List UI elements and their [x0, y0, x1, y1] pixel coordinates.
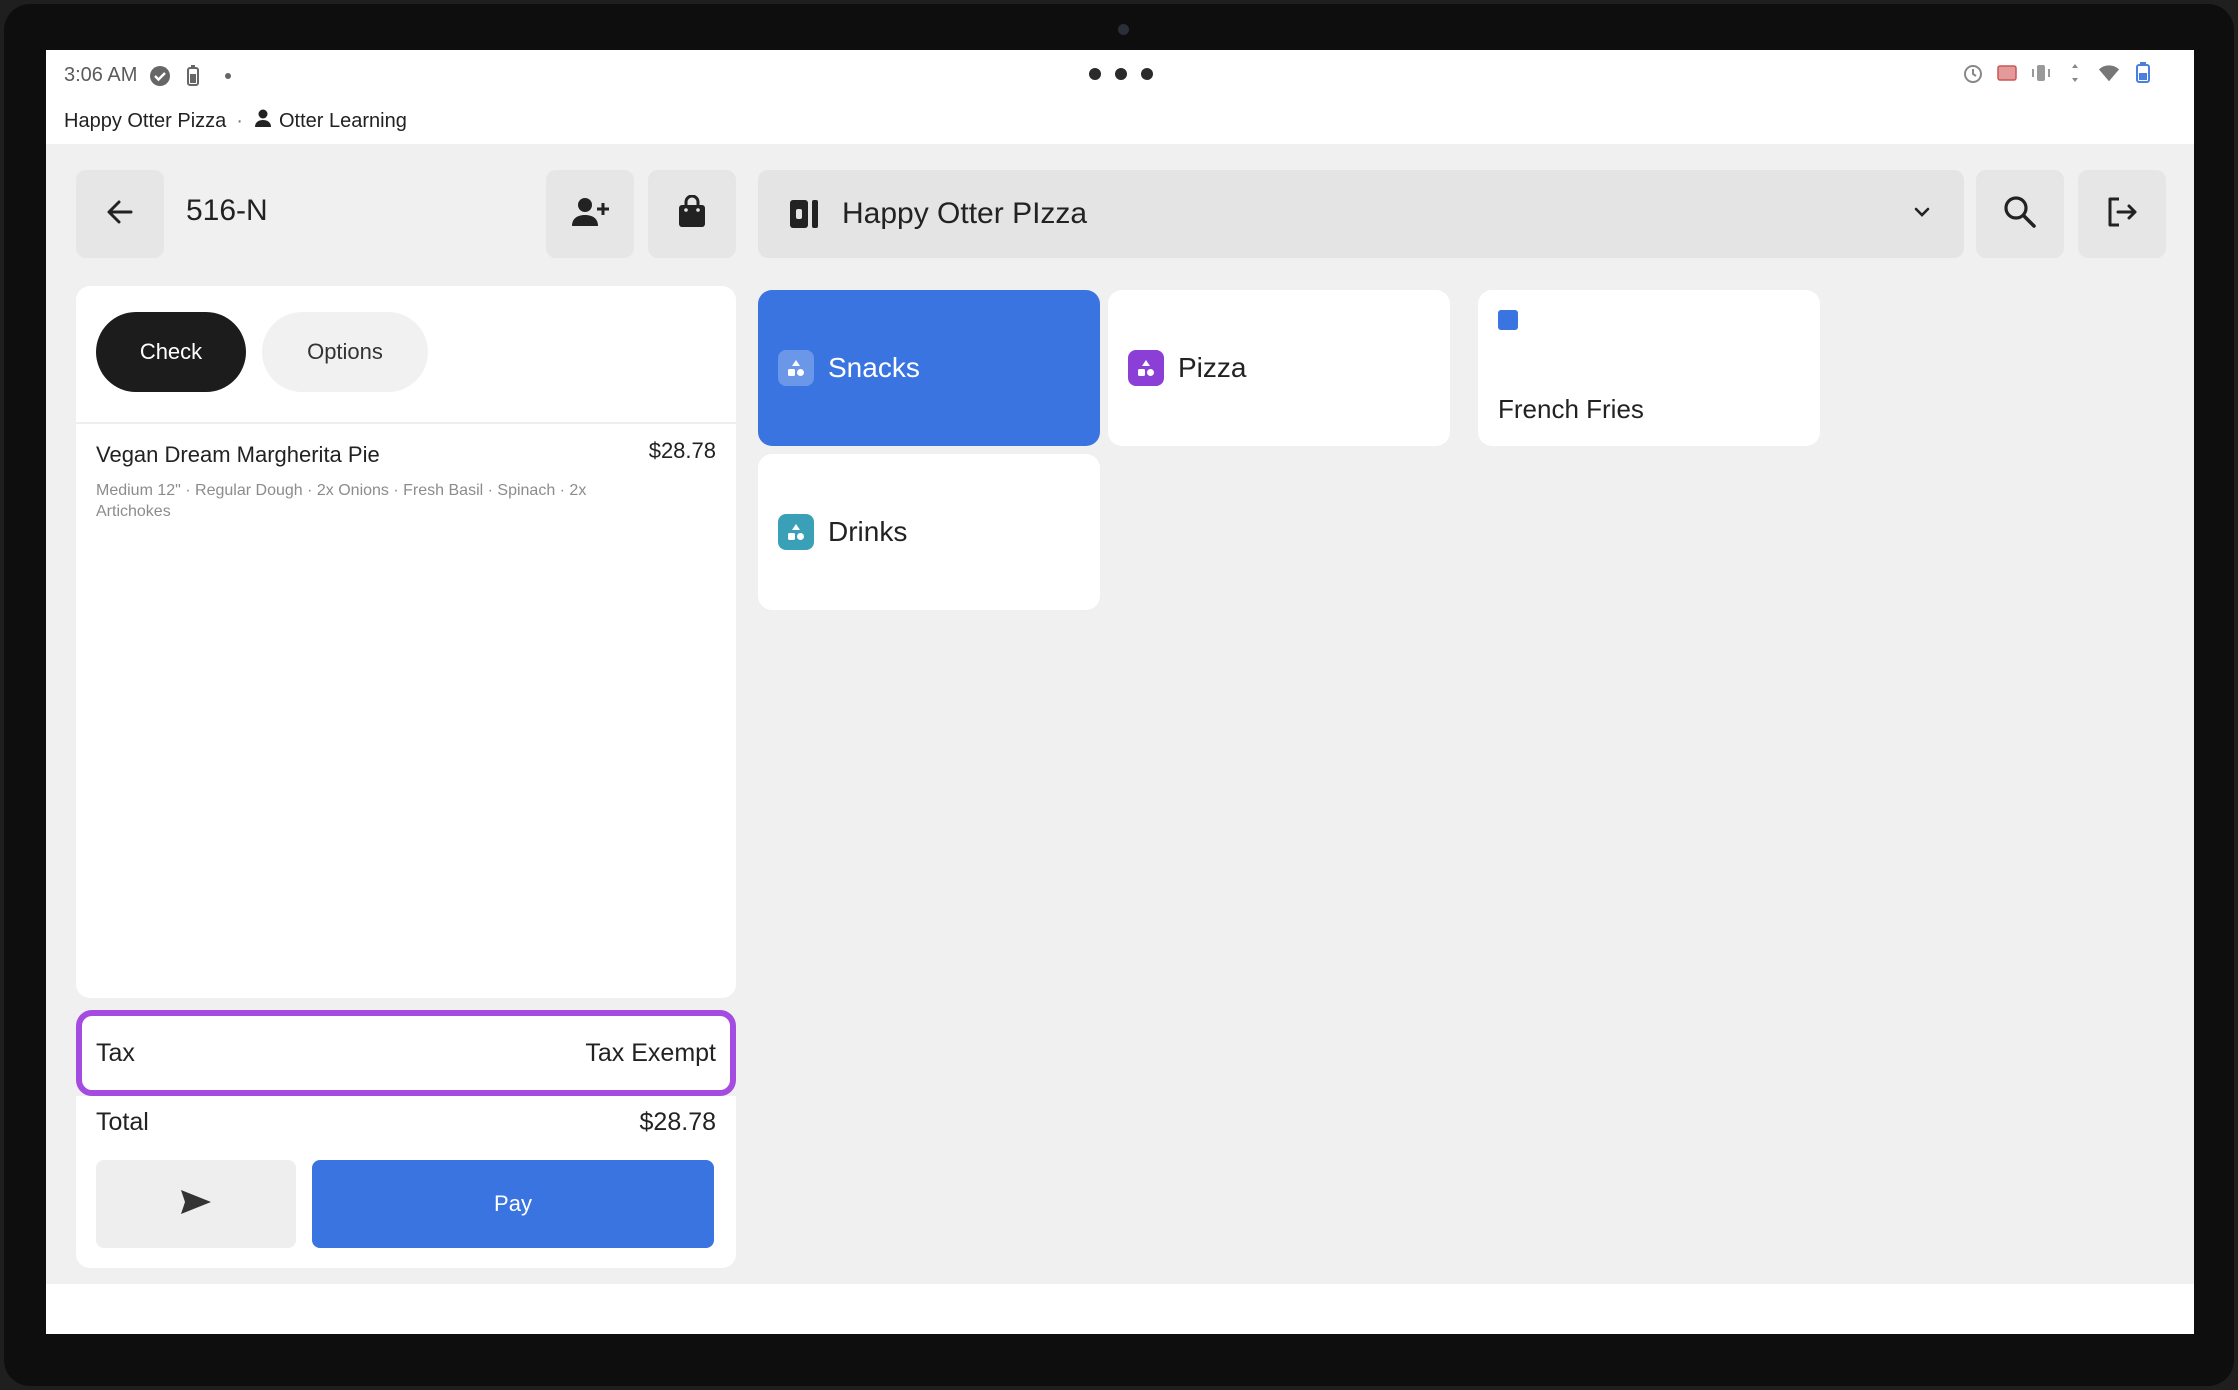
tax-label: Tax [96, 1038, 135, 1067]
user-info[interactable]: Otter Learning [253, 108, 407, 134]
back-button[interactable] [76, 170, 164, 258]
tab-options[interactable]: Options [262, 312, 428, 392]
send-icon [179, 1188, 213, 1221]
screen: 3:06 AM Happy Otter Pizza · Otter Learni… [46, 50, 2194, 1334]
user-name: Otter Learning [278, 109, 407, 132]
chevron-down-icon [1910, 200, 1934, 229]
tab-check[interactable]: Check [96, 312, 246, 392]
line-item-price: $28.78 [648, 438, 716, 463]
battery-saver-icon [183, 64, 205, 87]
total-row: Total $28.78 [96, 1108, 716, 1137]
add-person-icon [570, 195, 610, 234]
category-tile-pizza[interactable]: Pizza [1108, 290, 1450, 446]
order-header: 516-N [76, 170, 736, 258]
pay-button[interactable]: Pay [312, 1160, 714, 1248]
alarm-icon [1962, 62, 1984, 84]
vibrate-icon [2030, 62, 2052, 84]
window-dots-icon[interactable] [1089, 68, 1153, 80]
arrow-left-icon [103, 195, 137, 234]
account-bar: Happy Otter Pizza · Otter Learning [64, 106, 407, 136]
status-bar: 3:06 AM [46, 50, 2194, 100]
cast-icon [1996, 62, 2018, 84]
menu-book-icon [786, 196, 822, 232]
total-panel: Total $28.78 Pay [76, 1096, 736, 1268]
category-tile-snacks[interactable]: Snacks [758, 290, 1100, 446]
pos-app: 516-N Happy Otter PIzza Check Options Ve… [46, 144, 2194, 1284]
bottom-bar [46, 1284, 2194, 1334]
camera-dot [1118, 24, 1129, 35]
status-right [1962, 62, 2154, 84]
category-icon [1128, 350, 1164, 386]
tablet-device: 3:06 AM Happy Otter Pizza · Otter Learni… [4, 4, 2234, 1386]
logout-button[interactable] [2078, 170, 2166, 258]
total-label: Total [96, 1108, 149, 1136]
wifi-icon [2098, 62, 2120, 84]
divider [76, 422, 736, 424]
category-label: Pizza [1178, 352, 1247, 383]
category-icon [778, 350, 814, 386]
status-left: 3:06 AM [64, 64, 239, 87]
category-icon [778, 514, 814, 550]
tax-row[interactable]: Tax Tax Exempt [76, 1010, 736, 1096]
battery-icon [2132, 62, 2154, 84]
status-time: 3:06 AM [64, 64, 138, 86]
total-value: $28.78 [639, 1108, 716, 1136]
check-circle-icon [149, 65, 171, 87]
store-name: Happy Otter Pizza [64, 109, 227, 132]
search-icon [2002, 194, 2038, 235]
person-icon [253, 108, 273, 134]
item-label: French Fries [1498, 394, 1644, 424]
order-id: 516-N [186, 194, 268, 227]
line-item-name: Vegan Dream Margherita Pie [96, 442, 380, 467]
category-label: Snacks [828, 352, 920, 383]
tax-value: Tax Exempt [585, 1038, 716, 1067]
add-guest-button[interactable] [546, 170, 634, 258]
data-arrows-icon [2064, 62, 2086, 84]
notification-dot-icon [217, 65, 239, 87]
line-item[interactable]: Vegan Dream Margherita Pie $28.78 Medium… [96, 438, 716, 522]
logout-icon [2105, 195, 2139, 234]
menu-selector-label: Happy Otter PIzza [842, 197, 1088, 230]
check-tabs: Check Options [96, 312, 428, 392]
separator: · [236, 109, 243, 132]
search-button[interactable] [1976, 170, 2064, 258]
color-swatch-icon [1498, 310, 1518, 330]
line-item-modifiers: Medium 12" · Regular Dough · 2x Onions ·… [96, 482, 587, 520]
check-panel: Check Options Vegan Dream Margherita Pie… [76, 286, 736, 998]
takeout-bag-button[interactable] [648, 170, 736, 258]
send-button[interactable] [96, 1160, 296, 1248]
category-label: Drinks [828, 516, 908, 547]
item-tile-french-fries[interactable]: French Fries [1478, 290, 1820, 446]
category-tile-drinks[interactable]: Drinks [758, 454, 1100, 610]
menu-selector[interactable]: Happy Otter PIzza [758, 170, 1964, 258]
shopping-bag-icon [677, 194, 707, 234]
